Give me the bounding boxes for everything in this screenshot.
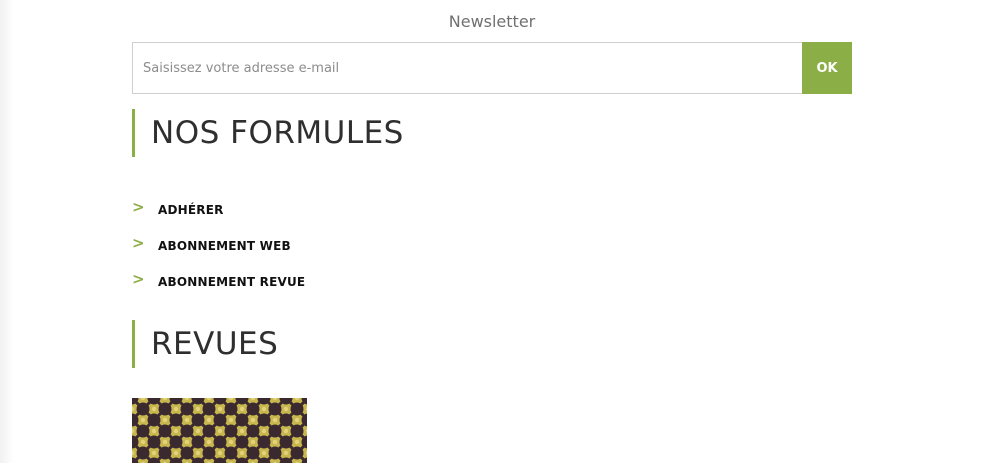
formules-list: > ADHÉRER > ABONNEMENT WEB > ABONNEMENT … [132,192,305,300]
chevron-right-icon: > [132,270,145,288]
formule-link-adherer[interactable]: ADHÉRER [158,203,224,217]
formule-link-abonnement-revue[interactable]: ABONNEMENT REVUE [158,275,305,289]
newsletter-title: Newsletter [448,12,536,31]
formule-link-abonnement-web[interactable]: ABONNEMENT WEB [158,239,291,253]
newsletter-submit-button[interactable]: OK [802,42,852,94]
list-item: > ABONNEMENT REVUE [132,264,305,300]
list-item: > ADHÉRER [132,192,305,228]
formules-heading: NOS FORMULES [132,109,404,157]
chevron-right-icon: > [132,234,145,252]
revue-cover-image[interactable] [132,398,307,463]
newsletter-form: OK [132,42,852,94]
email-input[interactable] [132,42,802,94]
list-item: > ABONNEMENT WEB [132,228,305,264]
chevron-right-icon: > [132,198,145,216]
magazine-cover-pattern-icon [132,398,307,463]
revues-heading: REVUES [132,320,278,368]
page-edge-shadow [0,0,14,463]
